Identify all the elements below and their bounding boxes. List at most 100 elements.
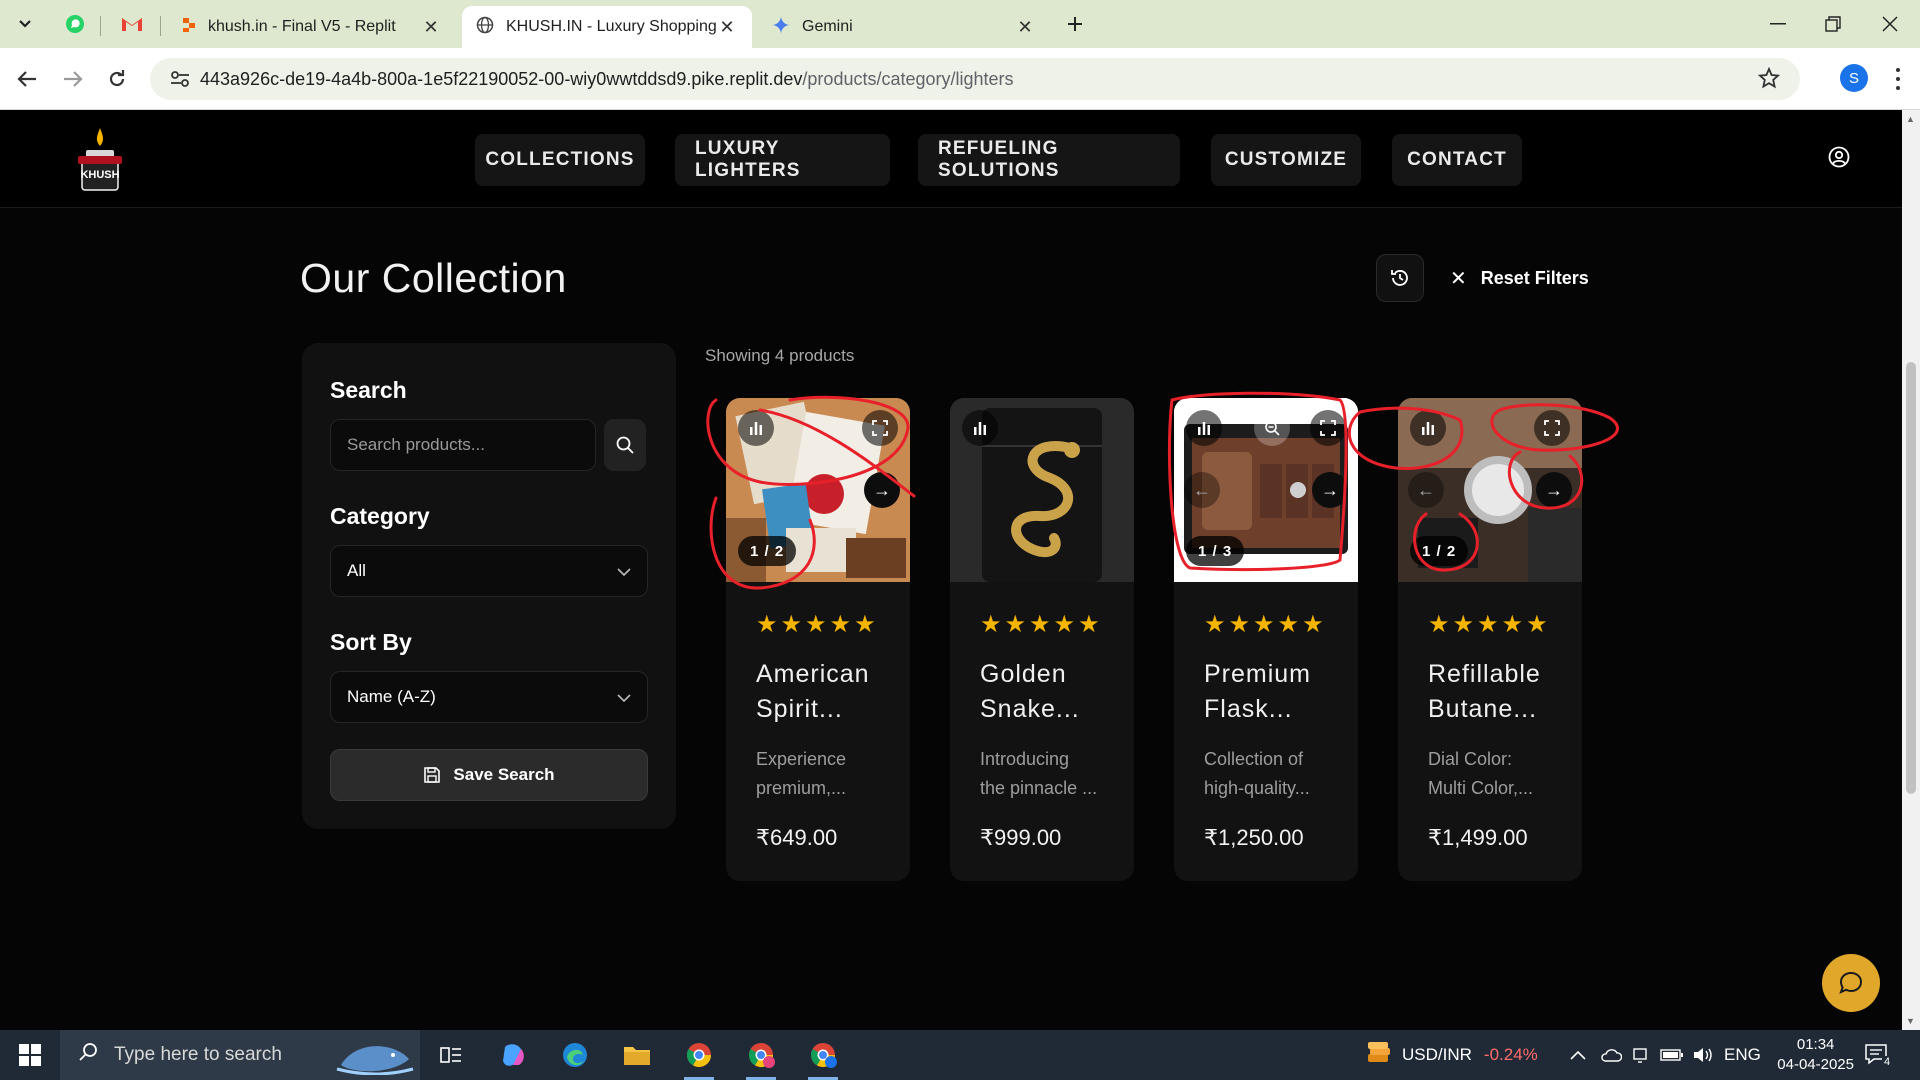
- chart-bars-icon[interactable]: [738, 410, 774, 446]
- chevron-down-icon: [617, 561, 631, 581]
- task-view-icon[interactable]: [432, 1038, 470, 1072]
- product-description: Introducing the pinnacle ...: [980, 749, 1098, 798]
- product-card[interactable]: → 1 / 2 ★★★★★ American Spirit... Experien…: [726, 398, 910, 881]
- site-header: KHUSH COLLECTIONS LUXURY LIGHTERS REFUEL…: [0, 110, 1902, 208]
- tab-replit[interactable]: khush.in - Final V5 - Replit ✕: [168, 6, 456, 48]
- close-tab-icon[interactable]: ✕: [420, 17, 442, 38]
- fullscreen-icon[interactable]: [1310, 410, 1346, 446]
- close-icon: ✕: [1450, 267, 1467, 290]
- scrollbar-thumb[interactable]: [1906, 362, 1916, 794]
- previous-image-arrow-icon[interactable]: ←: [1184, 472, 1220, 508]
- product-price: ₹999.00: [980, 825, 1062, 850]
- product-card[interactable]: ★★★★★ Golden Snake... Introducing the pinn…: [950, 398, 1134, 881]
- whatsapp-pinned-tab-icon[interactable]: [60, 9, 90, 39]
- save-search-button[interactable]: Save Search: [330, 749, 648, 801]
- battery-icon[interactable]: [1660, 1030, 1684, 1080]
- chrome-profile-s-taskbar-icon[interactable]: [742, 1038, 780, 1080]
- forward-arrow-icon[interactable]: [56, 62, 90, 96]
- category-select[interactable]: All: [330, 545, 648, 597]
- language-indicator[interactable]: ENG: [1724, 1030, 1761, 1080]
- show-hidden-icons-chevron-icon[interactable]: [1570, 1030, 1586, 1080]
- sort-select[interactable]: Name (A-Z): [330, 671, 648, 723]
- notifications-button[interactable]: 4: [1864, 1030, 1893, 1080]
- taskbar-search-placeholder: Type here to search: [114, 1044, 282, 1065]
- chart-bars-icon[interactable]: [1186, 410, 1222, 446]
- close-window-icon[interactable]: [1870, 8, 1910, 40]
- next-image-arrow-icon[interactable]: →: [1536, 472, 1572, 508]
- scroll-down-icon[interactable]: ▼: [1906, 1016, 1915, 1026]
- nav-refueling-solutions[interactable]: REFUELING SOLUTIONS: [918, 134, 1180, 186]
- close-tab-icon[interactable]: ✕: [716, 17, 738, 38]
- product-image[interactable]: → 1 / 2: [726, 398, 910, 582]
- address-bar[interactable]: 443a926c-de19-4a4b-800a-1e5f22190052-00-…: [150, 58, 1800, 100]
- product-name[interactable]: Refillable Butane...: [1428, 657, 1558, 727]
- back-arrow-icon[interactable]: [10, 62, 44, 96]
- product-price: ₹1,250.00: [1204, 825, 1304, 850]
- nav-contact[interactable]: CONTACT: [1392, 134, 1522, 186]
- nav-collections[interactable]: COLLECTIONS: [475, 134, 645, 186]
- chart-bars-icon[interactable]: [962, 410, 998, 446]
- next-image-arrow-icon[interactable]: →: [1312, 472, 1348, 508]
- restore-icon[interactable]: [1813, 8, 1853, 40]
- page-scrollbar[interactable]: ▲ ▼: [1902, 110, 1920, 1030]
- product-image[interactable]: [950, 398, 1134, 582]
- meet-now-icon[interactable]: [1632, 1030, 1650, 1080]
- image-counter: 1 / 2: [1410, 536, 1469, 566]
- currency-ticker[interactable]: USD/INR -0.24%: [1366, 1030, 1538, 1080]
- nav-luxury-lighters[interactable]: LUXURY LIGHTERS: [675, 134, 890, 186]
- new-tab-plus-icon[interactable]: [1060, 9, 1090, 39]
- search-button[interactable]: [604, 419, 646, 471]
- khush-logo[interactable]: KHUSH: [72, 126, 128, 194]
- nav-customize[interactable]: CUSTOMIZE: [1211, 134, 1361, 186]
- image-counter: 1 / 2: [738, 536, 797, 566]
- volume-icon[interactable]: [1692, 1030, 1714, 1080]
- chrome-profile-taskbar-icon[interactable]: [804, 1038, 842, 1080]
- gmail-pinned-tab-icon[interactable]: [117, 9, 147, 39]
- product-name[interactable]: Golden Snake...: [980, 657, 1110, 727]
- product-name[interactable]: Premium Flask...: [1204, 657, 1334, 727]
- image-counter: 1 / 3: [1186, 536, 1245, 566]
- next-image-arrow-icon[interactable]: →: [864, 472, 900, 508]
- bookmark-star-icon[interactable]: [1757, 66, 1781, 94]
- tab-gemini[interactable]: Gemini ✕: [758, 6, 1050, 48]
- sort-label: Sort By: [330, 629, 412, 655]
- chrome-taskbar-icon[interactable]: [680, 1038, 718, 1080]
- tab-khush-active[interactable]: KHUSH.IN - Luxury Shopping Ex ✕: [462, 6, 752, 48]
- product-name[interactable]: American Spirit...: [756, 657, 886, 727]
- taskbar-clock[interactable]: 01:34 04-04-2025: [1777, 1035, 1854, 1075]
- replit-icon: [182, 17, 196, 38]
- product-card[interactable]: ← → 1 / 2 ★★★★★ Refillable Butane... Dial…: [1398, 398, 1582, 881]
- fullscreen-icon[interactable]: [862, 410, 898, 446]
- chart-bars-icon[interactable]: [1410, 410, 1446, 446]
- reload-icon[interactable]: [100, 62, 134, 96]
- profile-avatar[interactable]: S: [1840, 64, 1868, 92]
- previous-image-arrow-icon[interactable]: ←: [1408, 472, 1444, 508]
- file-explorer-icon[interactable]: [618, 1038, 656, 1072]
- close-tab-icon[interactable]: ✕: [1014, 17, 1036, 38]
- product-card[interactable]: ← → 1 / 3 ★★★★★ Premium Flask... Collecti…: [1174, 398, 1358, 881]
- site-settings-icon[interactable]: [160, 70, 200, 88]
- product-image[interactable]: ← → 1 / 3: [1174, 398, 1358, 582]
- notification-count: 4: [1882, 1056, 1893, 1068]
- scroll-up-icon[interactable]: ▲: [1906, 114, 1915, 124]
- zoom-out-icon[interactable]: [1254, 410, 1290, 446]
- chevron-down-icon: [617, 687, 631, 707]
- edge-browser-icon[interactable]: [556, 1038, 594, 1072]
- search-icon: [78, 1042, 98, 1068]
- windows-taskbar: Type here to search USD/INR -0.24% ENG 0…: [0, 1030, 1920, 1080]
- reset-filters-button[interactable]: ✕ Reset Filters: [1450, 258, 1589, 298]
- clock-time: 01:34: [1796, 1036, 1835, 1053]
- windows-start-icon[interactable]: [0, 1030, 60, 1080]
- onedrive-cloud-icon[interactable]: [1600, 1030, 1622, 1080]
- copilot-icon[interactable]: [494, 1038, 532, 1072]
- product-image[interactable]: ← → 1 / 2: [1398, 398, 1582, 582]
- reset-filters-label: Reset Filters: [1480, 267, 1589, 288]
- history-button[interactable]: [1376, 254, 1424, 302]
- tab-search-chevron-icon[interactable]: [10, 9, 40, 39]
- browser-menu-icon[interactable]: [1890, 66, 1906, 92]
- fullscreen-icon[interactable]: [1534, 410, 1570, 446]
- chat-button[interactable]: [1822, 954, 1880, 1012]
- search-input[interactable]: [330, 419, 596, 471]
- user-account-icon[interactable]: [1828, 146, 1850, 173]
- minimize-icon[interactable]: [1758, 8, 1798, 40]
